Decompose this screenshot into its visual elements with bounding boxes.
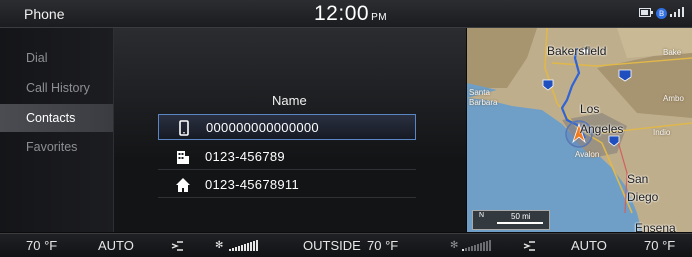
climate-bar: 70 °F AUTO ✻ OUTSIDE 70 °F ✻ AUTO 70 °F [0, 233, 692, 257]
office-icon [176, 149, 190, 165]
contact-detail-panel: Name 000000000000000 0123-456789 0123-45… [114, 28, 466, 232]
sidebar: Dial Call History Contacts Favorites [0, 28, 113, 232]
fan-level-right[interactable] [462, 240, 491, 251]
fan-icon[interactable]: ✻ [215, 240, 223, 251]
map-city-label: Ensena [635, 221, 676, 232]
contact-number-row-mobile[interactable]: 000000000000000 [158, 114, 416, 140]
right-temperature[interactable]: 70 °F [644, 238, 675, 253]
fan-level-left[interactable] [229, 240, 258, 251]
home-icon [176, 177, 190, 193]
bluetooth-icon: ʙ [656, 8, 667, 19]
map-place-label: Bake [663, 48, 682, 57]
phone-number: 0123-45678911 [205, 177, 300, 192]
airflow-icon[interactable] [170, 239, 186, 257]
signal-icon [670, 7, 684, 20]
map-city-label: Bakersfield [547, 44, 607, 58]
map-place-label: Barbara [469, 98, 498, 107]
sidebar-item-contacts[interactable]: Contacts [0, 104, 113, 132]
sidebar-item-call-history[interactable]: Call History [0, 74, 113, 102]
map-place-label: Ambo [663, 94, 684, 103]
left-temperature[interactable]: 70 °F [26, 238, 57, 253]
app-title: Phone [24, 6, 65, 22]
map-place-label: Indio [653, 128, 671, 137]
clock-ampm: PM [371, 12, 388, 23]
sidebar-item-dial[interactable]: Dial [0, 44, 113, 72]
map-scale: N 50 mi [472, 210, 550, 230]
phone-number: 000000000000000 [206, 120, 319, 135]
map-city-label: Los [580, 102, 600, 116]
outside-label: OUTSIDE [303, 238, 361, 253]
contact-number-row-office[interactable]: 0123-456789 [158, 144, 416, 170]
clock: 12:00 PM [314, 2, 387, 26]
contact-number-row-home[interactable]: 0123-45678911 [158, 172, 416, 198]
mobile-icon [177, 120, 191, 136]
map-city-label: San [627, 172, 649, 186]
map-city-label: Angeles [580, 122, 624, 136]
battery-icon [639, 7, 653, 20]
map-city-label: Diego [627, 190, 659, 204]
map-place-label: Santa [469, 88, 490, 97]
map-place-label: Avalon [575, 150, 600, 159]
contact-name: Name [272, 93, 307, 108]
status-icons: ʙ [639, 7, 684, 20]
scale-distance: 50 mi [511, 212, 531, 221]
north-indicator: N [479, 212, 485, 219]
fan-icon[interactable]: ✻ [450, 240, 458, 251]
sidebar-item-favorites[interactable]: Favorites [0, 133, 113, 161]
airflow-icon[interactable] [522, 239, 538, 257]
right-climate-mode[interactable]: AUTO [571, 238, 607, 253]
clock-time: 12:00 [314, 2, 370, 25]
navigation-map[interactable]: Bakersfield Bake Santa Barbara Ambo Los … [467, 28, 692, 232]
outside-temperature: 70 °F [367, 238, 399, 253]
scale-bar [497, 222, 543, 224]
phone-number: 0123-456789 [205, 149, 285, 164]
status-bar: Phone 12:00 PM ʙ [0, 0, 692, 28]
left-climate-mode[interactable]: AUTO [98, 238, 134, 253]
